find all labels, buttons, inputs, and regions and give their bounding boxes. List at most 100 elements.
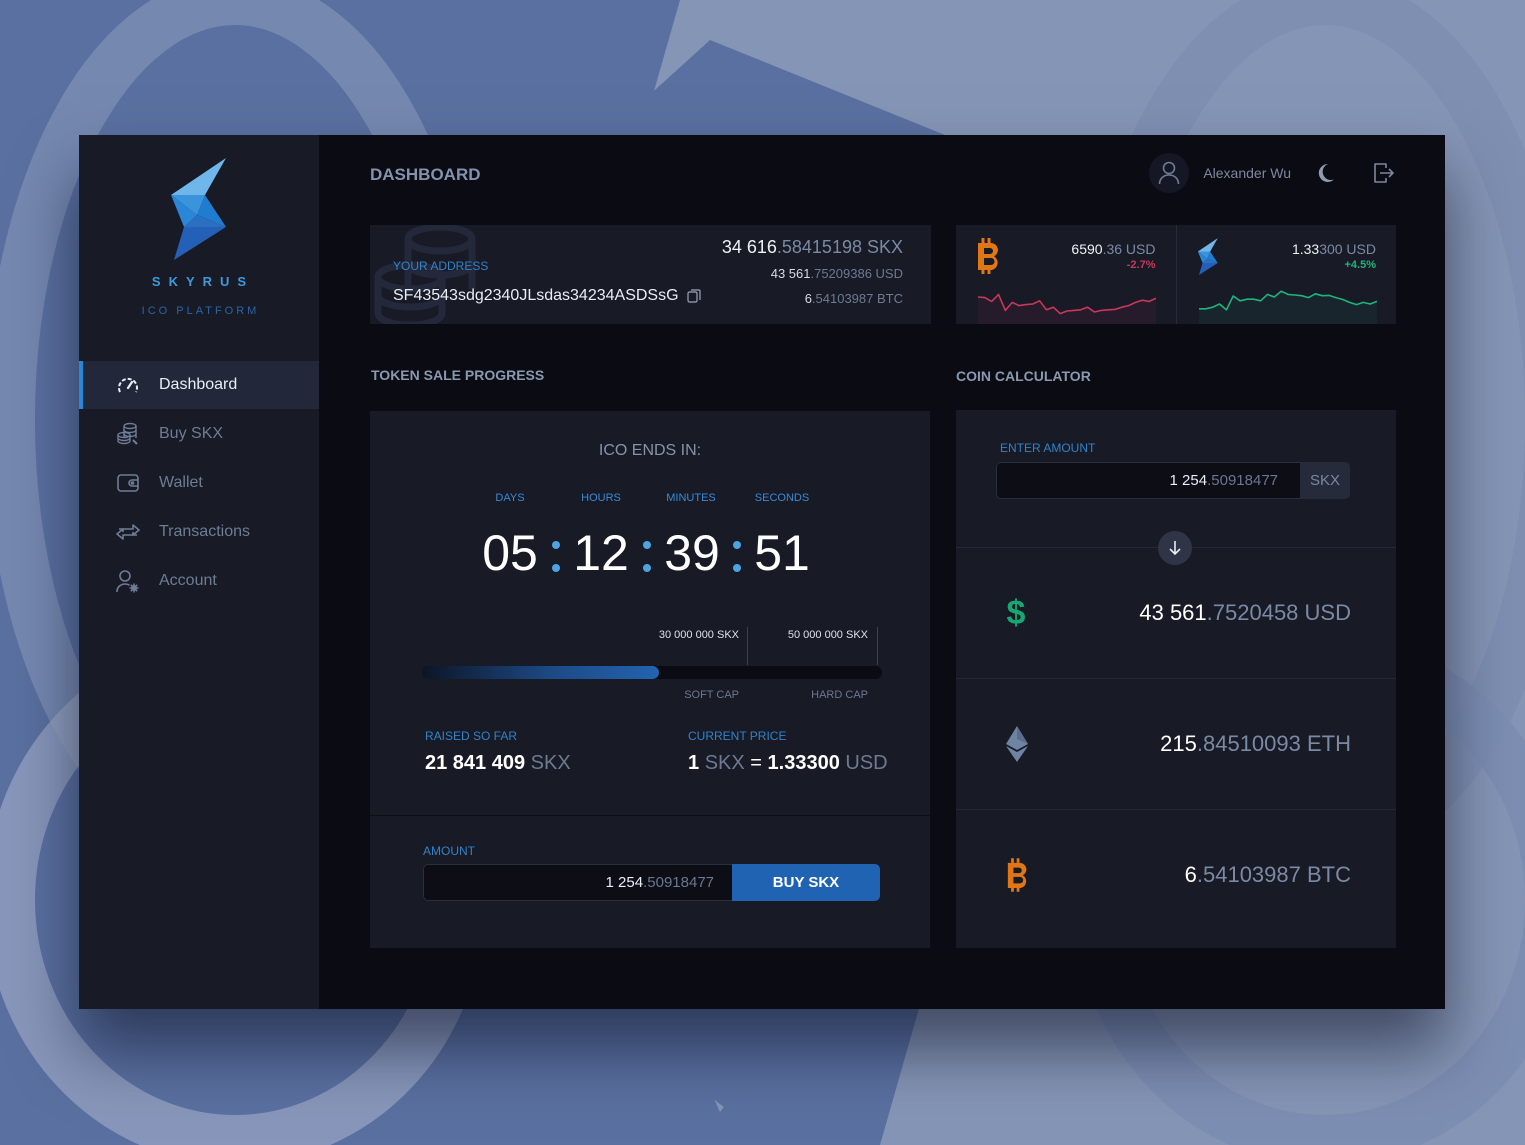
user-avatar-icon xyxy=(1159,161,1180,185)
token-sale-card: ICO ENDS IN: DAYS HOURS MINUTES SECONDS … xyxy=(370,411,930,948)
wallet-icon xyxy=(115,470,141,496)
ticker-btc[interactable]: 6590.36 USD -2.7% xyxy=(956,225,1176,324)
sidebar-item-buy-skx[interactable]: Buy SKX xyxy=(79,410,319,458)
minutes-label: MINUTES xyxy=(666,492,716,504)
days-value: 05 xyxy=(482,525,538,581)
page-title: DASHBOARD xyxy=(370,165,481,184)
days-label: DAYS xyxy=(495,492,525,504)
bitcoin-icon xyxy=(1006,857,1032,893)
wallet-address-text: SF43543sdg2340JLsdas34234ASDSsG xyxy=(393,287,679,304)
eth-value: 215.84510093 ETH xyxy=(1160,731,1351,756)
soft-cap-marker xyxy=(747,627,748,665)
result-btc: 6.54103987 BTC xyxy=(956,809,1396,940)
sidebar-item-wallet[interactable]: Wallet xyxy=(79,459,319,507)
sidebar-item-label: Dashboard xyxy=(159,376,238,393)
result-usd: $ 43 561.7520458 USD xyxy=(956,547,1396,678)
raised-label: RAISED SO FAR xyxy=(425,729,518,743)
separator xyxy=(733,536,741,574)
raised-so-far: RAISED SO FAR 21 841 409 SKX xyxy=(425,729,571,775)
enter-amount-label: ENTER AMOUNT xyxy=(1000,441,1096,455)
hours-label: HOURS xyxy=(581,492,621,504)
balance-skx: 34 616.58415198 SKX xyxy=(721,237,903,257)
progress-fill xyxy=(422,666,659,679)
balance-usd: 43 561.75209386 USD xyxy=(770,266,903,281)
brand-tagline: ICO PLATFORM xyxy=(141,305,260,317)
price-value: 1 SKX = 1.33300 USD xyxy=(688,752,888,774)
sidebar-item-label: Account xyxy=(159,572,217,589)
bitcoin-icon xyxy=(976,237,1004,280)
address-card: YOUR ADDRESS SF43543sdg2340JLsdas34234AS… xyxy=(370,225,931,324)
balances: 34 616.58415198 SKX 43 561.75209386 USD … xyxy=(722,237,903,306)
amount-label: AMOUNT xyxy=(423,844,475,858)
separator xyxy=(643,536,651,574)
moon-icon[interactable] xyxy=(1315,163,1335,183)
buy-form: 1 254.50918477 BUY SKX xyxy=(423,864,880,901)
current-price: CURRENT PRICE 1 SKX = 1.33300 USD xyxy=(688,729,888,775)
skx-change: +4.5% xyxy=(1344,259,1377,271)
sidebar-item-dashboard[interactable]: Dashboard xyxy=(79,361,319,409)
sidebar-item-label: Buy SKX xyxy=(159,425,224,442)
sidebar-item-label: Wallet xyxy=(159,474,203,491)
speedometer-icon xyxy=(115,372,141,398)
convert-button[interactable] xyxy=(1158,531,1192,565)
ethereum-icon xyxy=(1006,726,1028,762)
sidebar-item-account[interactable]: Account xyxy=(79,557,319,605)
divider xyxy=(370,815,930,816)
user-bar: Alexander Wu xyxy=(1149,153,1395,193)
countdown-timer: 05 12 39 51 xyxy=(370,523,930,583)
hours-value: 12 xyxy=(573,525,629,581)
seconds-value: 51 xyxy=(754,525,810,581)
btc-price: 6590.36 USD xyxy=(1071,241,1156,257)
token-sale-title: TOKEN SALE PROGRESS xyxy=(371,367,545,383)
skx-sparkline xyxy=(1198,290,1377,324)
seconds-label: SECONDS xyxy=(754,492,810,504)
logo[interactable]: SKYRUS ICO PLATFORM xyxy=(79,155,319,317)
btc-value: 6.54103987 BTC xyxy=(1184,862,1351,887)
currency-unit[interactable]: SKX xyxy=(1300,462,1350,499)
raised-value: 21 841 409 SKX xyxy=(425,752,571,774)
dollar-icon: $ xyxy=(1006,596,1026,630)
buy-skx-button[interactable]: BUY SKX xyxy=(732,864,880,901)
progress-track xyxy=(422,666,882,679)
calculator-amount-input[interactable]: 1 254.50918477 xyxy=(996,462,1300,499)
sidebar-item-transactions[interactable]: Transactions xyxy=(79,508,319,556)
btc-sparkline xyxy=(978,293,1156,324)
amount-input[interactable]: 1 254.50918477 xyxy=(423,864,732,901)
price-label: CURRENT PRICE xyxy=(688,729,787,743)
result-eth: 215.84510093 ETH xyxy=(956,678,1396,809)
ico-ends-label: ICO ENDS IN: xyxy=(598,442,702,459)
sidebar-nav: Dashboard Buy SKX Wallet Transactions Ac… xyxy=(79,361,319,606)
skyrus-logo-icon xyxy=(1197,237,1219,280)
sidebar: SKYRUS ICO PLATFORM Dashboard Buy SKX Wa… xyxy=(79,135,319,1009)
balance-btc: 6.54103987 BTC xyxy=(804,291,903,306)
sidebar-item-label: Transactions xyxy=(159,523,250,540)
copy-icon[interactable] xyxy=(686,289,701,303)
coins-icon xyxy=(115,421,141,447)
exchange-arrows-icon xyxy=(115,519,141,545)
user-name[interactable]: Alexander Wu xyxy=(1203,165,1291,181)
skyrus-logo-icon xyxy=(171,158,226,260)
coins-watermark-icon xyxy=(374,225,476,324)
wallet-address[interactable]: SF43543sdg2340JLsdas34234ASDSsG xyxy=(393,287,701,305)
calculator-input-group: 1 254.50918477 SKX xyxy=(996,462,1350,499)
user-settings-icon xyxy=(115,568,141,594)
logout-icon[interactable] xyxy=(1373,162,1395,184)
soft-cap-label: SOFT CAP xyxy=(684,689,739,701)
sale-progress: 30 000 000 SKX 50 000 000 SKX SOFT CAP H… xyxy=(422,621,882,711)
price-tickers: 6590.36 USD -2.7% 1.33300 USD +4.5% xyxy=(956,225,1396,324)
main-content: DASHBOARD Alexander Wu YOUR ADDRESS SF43… xyxy=(319,135,1445,1009)
ticker-skx[interactable]: 1.33300 USD +4.5% xyxy=(1175,225,1397,324)
app-window: SKYRUS ICO PLATFORM Dashboard Buy SKX Wa… xyxy=(79,135,1445,1009)
svg-text:$: $ xyxy=(1007,596,1026,630)
address-label: YOUR ADDRESS xyxy=(393,259,489,273)
usd-value: 43 561.7520458 USD xyxy=(1139,600,1351,625)
arrow-down-icon xyxy=(1169,541,1181,556)
separator xyxy=(552,536,560,574)
coin-calculator-card: ENTER AMOUNT 1 254.50918477 SKX $ 43 561… xyxy=(956,410,1396,948)
coin-calculator-title: COIN CALCULATOR xyxy=(956,368,1091,384)
minutes-value: 39 xyxy=(664,525,720,581)
skx-price: 1.33300 USD xyxy=(1291,241,1376,257)
btc-change: -2.7% xyxy=(1126,259,1156,271)
avatar[interactable] xyxy=(1149,153,1190,193)
sparkline-area xyxy=(1198,291,1377,324)
